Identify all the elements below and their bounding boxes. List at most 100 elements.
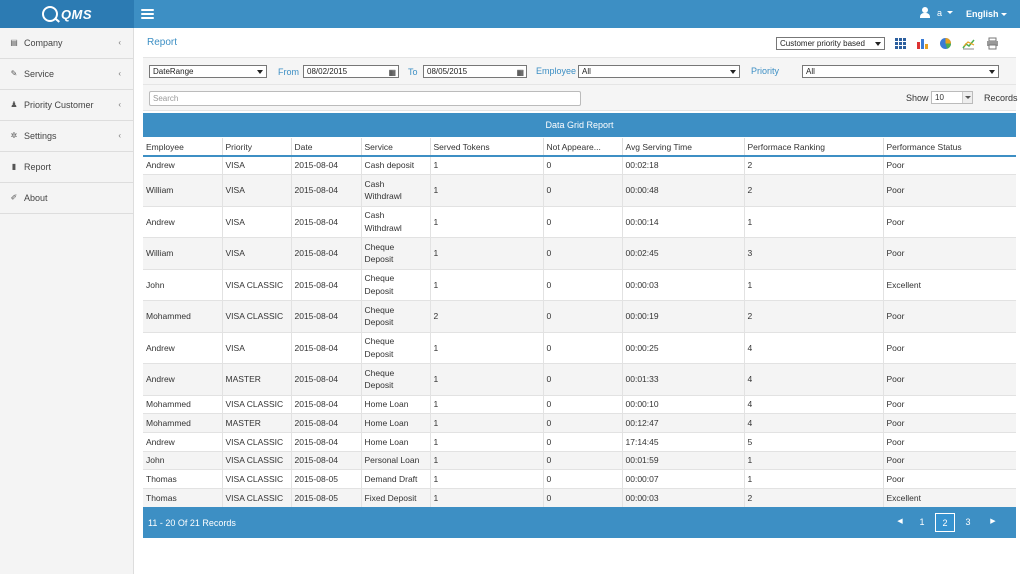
table-cell: 1 (744, 269, 884, 302)
sidebar-item-label: About (24, 193, 48, 203)
table-cell: 0 (543, 332, 623, 365)
table-cell: 0 (543, 432, 623, 452)
table-cell: 2015-08-04 (291, 174, 362, 207)
table-cell: 1 (430, 432, 544, 452)
table-row[interactable]: Andrew VISA 2015-08-04 Cash Withdrawl 1 0 00:0… (143, 206, 1016, 239)
calendar-icon[interactable]: ▦ (516, 67, 524, 78)
table-row[interactable]: Andrew VISA 2015-08-04 Cheque Deposit 1 0 00:0… (143, 332, 1016, 365)
column-header[interactable]: Employee (143, 138, 223, 157)
column-header[interactable]: Avg Serving Time (622, 138, 745, 157)
column-header[interactable]: Performance Status (883, 138, 1016, 157)
calendar-icon[interactable]: ▦ (388, 67, 396, 78)
report-type-select[interactable]: Customer priority based (776, 37, 885, 50)
column-header[interactable]: Service (361, 138, 431, 157)
page-button-1[interactable]: 1 (912, 513, 932, 532)
chevron-down-icon (947, 11, 954, 14)
page-size-select[interactable]: 10 (931, 91, 973, 104)
table-cell: 2 (744, 156, 884, 176)
bar-chart-icon[interactable] (916, 37, 929, 50)
records-summary: 11 - 20 Of 21 Records (148, 518, 236, 528)
column-header[interactable]: Date (291, 138, 362, 157)
page-button-2[interactable]: 2 (935, 513, 955, 532)
page-button-3[interactable]: 3 (958, 513, 978, 532)
table-cell: 2015-08-05 (291, 488, 362, 508)
search-input[interactable]: Search (149, 91, 581, 106)
table-row[interactable]: Mohammed VISA CLASSIC 2015-08-04 Cheque Dep… (143, 300, 1016, 333)
table-cell: 0 (543, 237, 623, 270)
pie-chart-icon[interactable] (939, 37, 952, 50)
table-cell: Poor (883, 332, 1016, 365)
table-cell: 0 (543, 395, 623, 415)
table-cell: MASTER (222, 413, 292, 434)
language-menu[interactable]: English (966, 9, 1007, 19)
table-cell: Cheque Deposit (361, 300, 431, 333)
table-cell: 1 (430, 469, 544, 490)
sidebar-item-about[interactable]: ✐ About (0, 183, 133, 214)
table-row[interactable]: Andrew VISA 2015-08-04 Cash deposit 1 0 00:02:… (143, 156, 1016, 176)
filter-bar: DateRange From 08/02/2015 ▦ To 08/05/201… (143, 57, 1016, 85)
column-header[interactable]: Performace Ranking (744, 138, 884, 157)
table-cell: 2015-08-04 (291, 363, 362, 396)
grid-icon[interactable] (894, 37, 907, 50)
table-cell: 2015-08-04 (291, 451, 362, 471)
prev-page-icon[interactable]: ◀ (891, 513, 909, 532)
building-icon: ▤ (10, 38, 18, 47)
sidebar-item-settings[interactable]: ✲ Settings ‹ (0, 121, 133, 152)
table-cell: Poor (883, 432, 1016, 452)
table-cell: VISA CLASSIC (222, 488, 292, 508)
table-row[interactable]: Mohammed MASTER 2015-08-04 Home Loan 1 0 00:12… (143, 413, 1016, 434)
table-cell: 2015-08-04 (291, 395, 362, 415)
sidebar-item-company[interactable]: ▤ Company ‹ (0, 28, 133, 59)
column-header[interactable]: Priority (222, 138, 292, 157)
table-cell: Mohammed (143, 300, 223, 333)
user-menu[interactable]: a (920, 7, 954, 18)
table-cell: Andrew (143, 332, 223, 365)
table-cell: VISA CLASSIC (222, 451, 292, 471)
table-cell: 00:00:14 (622, 206, 745, 239)
sidebar-item-label: Settings (24, 131, 57, 141)
table-row[interactable]: John VISA CLASSIC 2015-08-04 Personal Loan 1… (143, 451, 1016, 471)
table-row[interactable]: William VISA 2015-08-04 Cash Withdrawl 1 0 00:… (143, 174, 1016, 207)
table-cell: John (143, 269, 223, 302)
table-row[interactable]: Thomas VISA CLASSIC 2015-08-05 Demand Draft… (143, 469, 1016, 490)
table-row[interactable]: John VISA CLASSIC 2015-08-04 Cheque Deposit… (143, 269, 1016, 302)
table-cell: Andrew (143, 432, 223, 452)
table-row[interactable]: Andrew VISA CLASSIC 2015-08-04 Home Loan 1 0 1… (143, 432, 1016, 452)
table-cell: 00:01:59 (622, 451, 745, 471)
table-cell: 1 (430, 413, 544, 434)
table-cell: Mohammed (143, 413, 223, 434)
chevron-down-icon[interactable] (962, 92, 972, 103)
print-icon[interactable] (986, 37, 999, 50)
table-cell: VISA (222, 237, 292, 270)
table-cell: Cash deposit (361, 156, 431, 176)
sidebar-item-priority-customer[interactable]: ♟ Priority Customer ‹ (0, 90, 133, 121)
table-row[interactable]: Andrew MASTER 2015-08-04 Cheque Deposit 1 0 00… (143, 363, 1016, 396)
column-header[interactable]: Served Tokens (430, 138, 544, 157)
table-cell: VISA CLASSIC (222, 432, 292, 452)
priority-select[interactable]: All (802, 65, 999, 78)
table-header-row: Employee Priority Date Service Served Tokens… (143, 138, 1016, 157)
range-select[interactable]: DateRange (149, 65, 267, 78)
table-cell: 2015-08-05 (291, 469, 362, 490)
table-row[interactable]: Mohammed VISA CLASSIC 2015-08-04 Home Loan 1… (143, 395, 1016, 415)
menu-toggle-icon[interactable] (141, 9, 154, 19)
table-row[interactable]: Thomas VISA CLASSIC 2015-08-05 Fixed Deposi… (143, 488, 1016, 508)
table-cell: VISA CLASSIC (222, 395, 292, 415)
to-date-input[interactable]: 08/05/2015 ▦ (423, 65, 527, 78)
table-cell: VISA (222, 156, 292, 176)
line-chart-icon[interactable] (962, 37, 975, 50)
column-header[interactable]: Not Appeare... (543, 138, 623, 157)
employee-select-value: All (582, 67, 591, 76)
grid-title: Data Grid Report (143, 113, 1016, 137)
sidebar-item-report[interactable]: ▮ Report (0, 152, 133, 183)
table-cell: 1 (430, 332, 544, 365)
brand-logo[interactable]: QMS (0, 0, 134, 28)
table-cell: 1 (430, 363, 544, 396)
sidebar-item-service[interactable]: ✎ Service ‹ (0, 59, 133, 90)
table-cell: 00:02:18 (622, 156, 745, 176)
from-date-input[interactable]: 08/02/2015 ▦ (303, 65, 399, 78)
table-cell: Thomas (143, 488, 223, 508)
table-row[interactable]: William VISA 2015-08-04 Cheque Deposit 1 0 00:… (143, 237, 1016, 270)
next-page-icon[interactable]: ▶ (984, 513, 1002, 532)
employee-select[interactable]: All (578, 65, 740, 78)
